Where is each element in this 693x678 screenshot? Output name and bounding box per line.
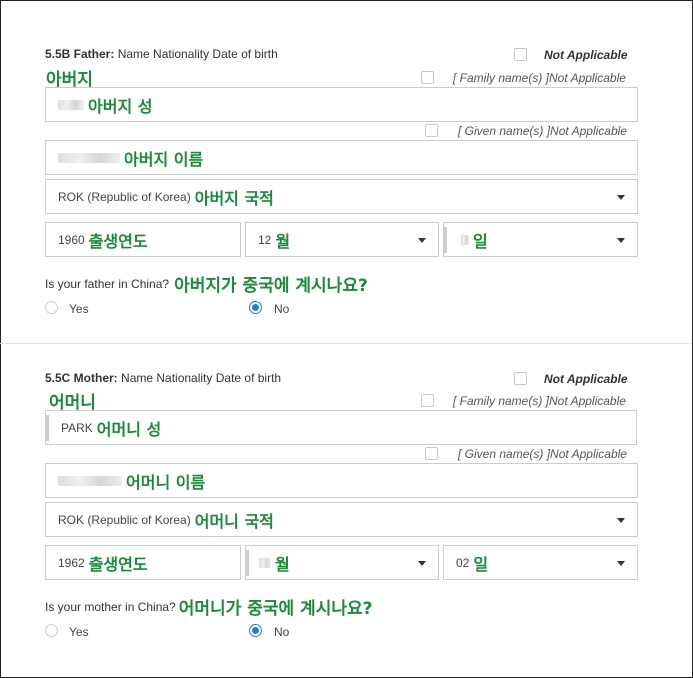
mother-birth-month-select[interactable]: 월: [245, 545, 439, 580]
mother-surname-input[interactable]: PARK 어머니 성: [45, 410, 637, 445]
mother-year-value: 1962: [58, 555, 85, 570]
father-surname-input[interactable]: 아버지 성: [45, 87, 638, 122]
mother-no-radio[interactable]: [249, 624, 262, 637]
mother-day-value: 02: [456, 555, 470, 570]
mother-given-annotation: 어머니 이름: [126, 472, 206, 492]
father-surname-annotation: 아버지 성: [88, 96, 153, 116]
father-birth-month-select[interactable]: 12 월: [245, 222, 439, 257]
mother-given-name-input[interactable]: 어머니 이름: [45, 463, 638, 498]
father-section-title: 5.5B Father: Name Nationality Date of bi…: [45, 47, 278, 61]
mother-question-text: Is your mother in China?: [45, 599, 176, 614]
mother-section: 5.5C Mother: Name Nationality Date of bi…: [0, 343, 691, 677]
father-nationality-select[interactable]: ROK (Republic of Korea) 아버지 국적: [45, 179, 638, 214]
mother-family-na-checkbox[interactable]: [421, 394, 434, 407]
mother-family-na-label: [ Family name(s) ]Not Applicable: [453, 394, 626, 408]
father-not-applicable-label: Not Applicable: [544, 48, 628, 62]
father-family-na-checkbox[interactable]: [421, 71, 434, 84]
mother-day-annotation: 일: [473, 554, 489, 574]
father-section: 5.5B Father: Name Nationality Date of bi…: [0, 0, 691, 343]
mother-surname-value: PARK: [61, 420, 93, 435]
father-given-name-input[interactable]: 아버지 이름: [45, 140, 638, 175]
chevron-down-icon: [418, 237, 426, 243]
father-title-rest: Name Nationality Date of birth: [114, 47, 278, 61]
redacted-text: [461, 234, 469, 245]
mother-yes-radio[interactable]: [45, 624, 58, 637]
mother-month-annotation: 월: [275, 554, 290, 574]
redacted-text: [246, 549, 249, 576]
father-no-radio[interactable]: [249, 301, 262, 314]
father-given-na-checkbox[interactable]: [425, 124, 438, 137]
chevron-down-icon: [617, 517, 625, 523]
mother-title-bold: 5.5C Mother:: [45, 371, 118, 385]
father-month-annotation: 월: [275, 231, 291, 251]
chevron-down-icon: [617, 194, 625, 200]
father-title-bold: 5.5B Father:: [45, 47, 115, 61]
father-yes-radio[interactable]: [45, 301, 58, 314]
redacted-text: [58, 152, 120, 163]
father-birth-year-input[interactable]: 1960 출생연도: [45, 222, 241, 257]
mother-section-title: 5.5C Mother: Name Nationality Date of bi…: [45, 371, 281, 385]
mother-given-na-checkbox[interactable]: [425, 447, 438, 460]
mother-yes-label: Yes: [69, 625, 89, 639]
father-birth-day-select[interactable]: 일: [443, 222, 638, 257]
father-given-na-label: [ Given name(s) ]Not Applicable: [458, 124, 627, 138]
father-month-value: 12: [258, 232, 272, 247]
father-not-applicable-checkbox[interactable]: [514, 48, 527, 61]
mother-nationality-select[interactable]: ROK (Republic of Korea) 어머니 국적: [45, 502, 638, 537]
mother-not-applicable-checkbox[interactable]: [514, 372, 527, 385]
father-nationality-annotation: 아버지 국적: [194, 188, 274, 208]
mother-given-na-label: [ Given name(s) ]Not Applicable: [458, 447, 627, 461]
father-family-na-label: [ Family name(s) ]Not Applicable: [453, 71, 626, 85]
chevron-down-icon: [617, 560, 625, 566]
mother-china-question: Is your mother in China? 어머니가 중국에 계시나요?: [45, 594, 372, 619]
father-question-text: Is your father in China?: [45, 276, 170, 291]
mother-question-annotation: 어머니가 중국에 계시나요?: [178, 599, 373, 619]
redacted-text: [46, 414, 49, 441]
redacted-text: [58, 99, 84, 110]
father-year-value: 1960: [58, 232, 85, 247]
father-yes-label: Yes: [69, 302, 89, 316]
mother-no-label: No: [274, 625, 290, 639]
mother-year-annotation: 출생연도: [88, 554, 148, 574]
father-question-annotation: 아버지가 중국에 계시나요?: [174, 276, 368, 296]
father-no-label: No: [274, 302, 290, 316]
mother-birth-year-input[interactable]: 1962 출생연도: [45, 545, 241, 580]
father-day-annotation: 일: [473, 231, 488, 251]
redacted-text: [58, 475, 122, 486]
father-china-question: Is your father in China? 아버지가 중국에 계시나요?: [45, 271, 368, 296]
father-year-annotation: 출생연도: [88, 231, 148, 251]
father-nationality-value: ROK (Republic of Korea): [58, 189, 191, 204]
mother-birth-day-select[interactable]: 02 일: [443, 545, 638, 580]
chevron-down-icon: [418, 560, 426, 566]
redacted-text: [259, 557, 271, 568]
mother-nationality-value: ROK (Republic of Korea): [58, 512, 191, 527]
mother-title-rest: Name Nationality Date of birth: [117, 371, 282, 385]
redacted-text: [444, 226, 447, 253]
mother-surname-annotation: 어머니 성: [96, 419, 162, 439]
mother-not-applicable-label: Not Applicable: [544, 372, 628, 386]
mother-nationality-annotation: 어머니 국적: [194, 511, 274, 531]
father-given-annotation: 아버지 이름: [124, 149, 204, 169]
chevron-down-icon: [617, 237, 625, 243]
